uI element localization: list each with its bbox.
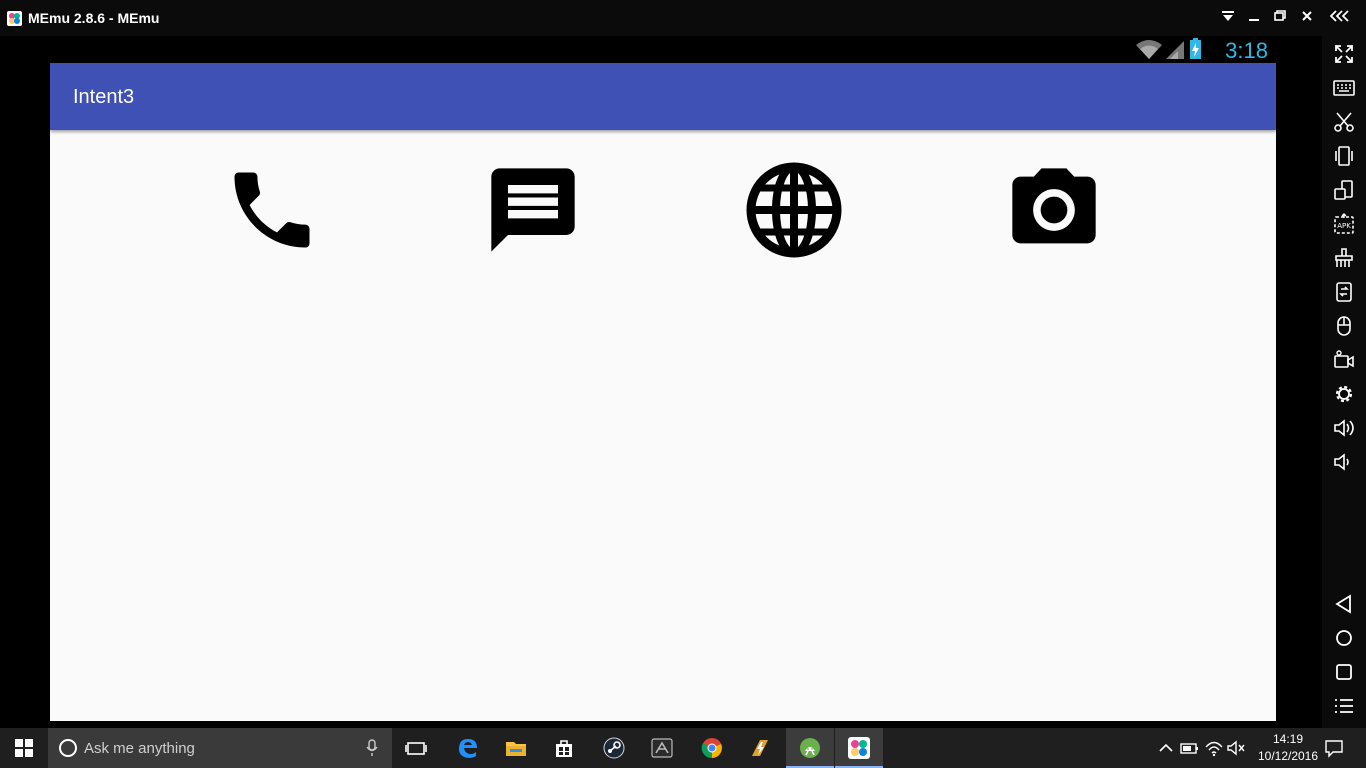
svg-text:APK: APK [1337, 222, 1351, 230]
taskbar-steam[interactable] [590, 728, 638, 768]
taskbar-store[interactable] [540, 728, 588, 768]
lightning-tool-icon [752, 740, 768, 756]
camera-icon[interactable] [1004, 160, 1104, 260]
speaker-muted-icon[interactable] [1226, 738, 1246, 758]
emulator-toolbar: APK [1322, 36, 1366, 728]
scissors-icon[interactable] [1332, 110, 1356, 134]
microphone-icon[interactable] [366, 739, 378, 757]
signal-icon [1166, 41, 1184, 59]
status-clock: 3:18 [1225, 38, 1268, 63]
rotate-icon[interactable] [1332, 178, 1356, 202]
home-icon[interactable] [1332, 626, 1356, 650]
taskbar-file-explorer[interactable] [492, 728, 540, 768]
keyboard-icon[interactable] [1332, 76, 1356, 100]
shake-icon[interactable] [1332, 144, 1356, 168]
store-icon [556, 740, 572, 757]
media-tool-icon [651, 738, 673, 758]
memu-logo-icon [7, 11, 22, 26]
taskbar-search[interactable]: Ask me anything [48, 728, 392, 768]
globe-icon[interactable] [744, 160, 844, 260]
chrome-icon [701, 738, 722, 759]
dropdown-icon[interactable] [1218, 8, 1238, 28]
start-button[interactable] [0, 728, 48, 768]
taskbar-clock-date[interactable]: 10/12/2016 [1250, 749, 1326, 763]
notifications-icon[interactable] [1324, 738, 1344, 758]
chevron-up-icon[interactable] [1156, 738, 1176, 758]
taskbar-app-6[interactable] [638, 728, 686, 768]
taskbar-android-studio[interactable] [786, 728, 834, 768]
back-icon[interactable] [1332, 592, 1356, 616]
settings-icon[interactable] [1332, 382, 1356, 406]
windows-taskbar: Ask me anything 14:19 10/12/2016 [0, 728, 1366, 768]
menu-icon[interactable] [1332, 694, 1356, 718]
taskbar-edge[interactable] [444, 728, 492, 768]
task-view-button[interactable] [392, 728, 440, 768]
taskbar-memu[interactable] [835, 728, 883, 768]
taskbar-chrome[interactable] [688, 728, 736, 768]
battery-charging-icon [1190, 38, 1201, 59]
cortana-icon [59, 739, 77, 757]
app-content [50, 130, 1276, 721]
network-icon[interactable] [1204, 738, 1224, 758]
windows-logo-icon [15, 739, 33, 757]
battery-icon[interactable] [1180, 738, 1200, 758]
close-icon[interactable] [1297, 8, 1317, 28]
edge-icon [459, 739, 477, 758]
collapse-sidebar-icon[interactable] [1329, 8, 1350, 28]
app-toolbar: Intent3 [50, 63, 1276, 130]
window-title: MEmu 2.8.6 - MEmu [28, 10, 160, 26]
folder-icon [506, 742, 526, 756]
minimize-icon[interactable] [1244, 8, 1264, 28]
fullscreen-icon[interactable] [1332, 42, 1356, 66]
volume-down-icon[interactable] [1332, 450, 1356, 474]
memu-icon [848, 737, 870, 759]
status-icons [1134, 38, 1204, 65]
app-title: Intent3 [73, 86, 135, 108]
taskbar-app-8[interactable] [736, 728, 784, 768]
wifi-icon [1136, 40, 1162, 59]
restore-icon[interactable] [1270, 8, 1290, 28]
cleanup-icon[interactable] [1332, 246, 1356, 270]
apk-icon[interactable]: APK [1332, 212, 1356, 236]
phone-icon[interactable] [222, 160, 322, 260]
recents-icon[interactable] [1332, 660, 1356, 684]
android-status-bar: 3:18 [50, 36, 1276, 63]
mouse-icon[interactable] [1332, 314, 1356, 338]
task-view-icon [405, 742, 427, 755]
window-titlebar: MEmu 2.8.6 - MEmu [0, 0, 1366, 36]
message-icon[interactable] [483, 160, 583, 260]
android-studio-icon [800, 738, 820, 758]
search-placeholder: Ask me anything [84, 740, 195, 757]
steam-icon [603, 737, 625, 759]
video-record-icon[interactable] [1332, 348, 1356, 372]
transfer-icon[interactable] [1332, 280, 1356, 304]
taskbar-clock-time[interactable]: 14:19 [1260, 732, 1316, 746]
volume-up-icon[interactable] [1332, 416, 1356, 440]
